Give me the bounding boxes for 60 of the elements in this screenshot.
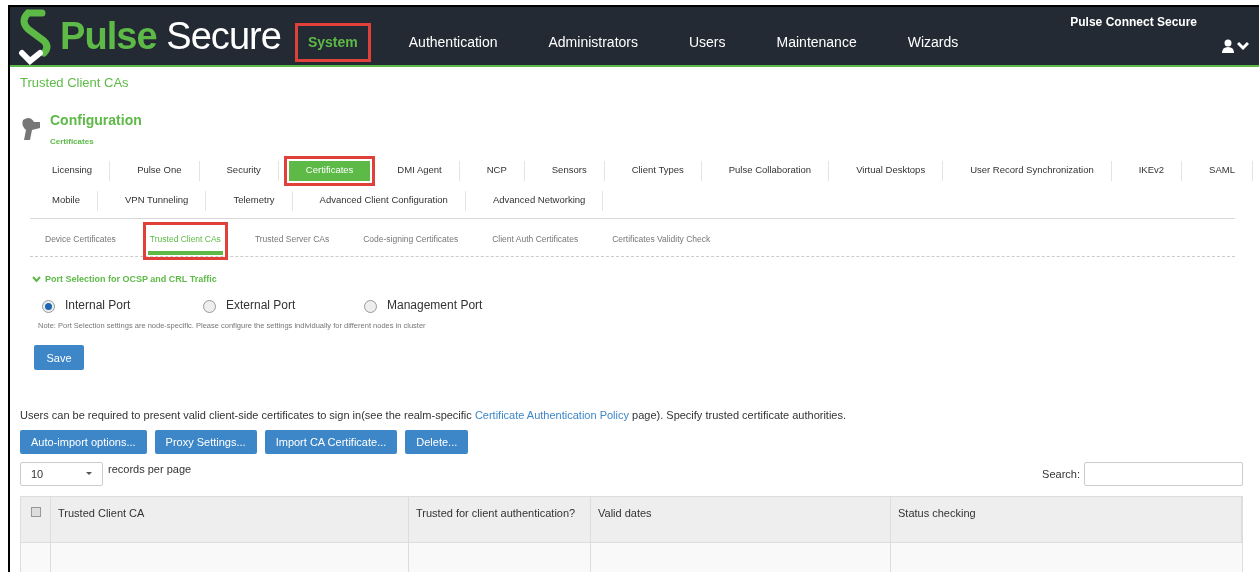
product-name: Pulse Connect Secure bbox=[1070, 14, 1197, 31]
caret-icon bbox=[86, 471, 92, 476]
nav-item[interactable]: Users bbox=[675, 22, 739, 62]
search-label: Search: bbox=[1042, 466, 1080, 482]
config-tab[interactable]: Advanced Client Configuration bbox=[297, 185, 471, 216]
config-tab[interactable]: NCP bbox=[464, 155, 530, 186]
logo-wordmark: Pulse Secure bbox=[60, 17, 281, 55]
search-field[interactable] bbox=[1084, 461, 1243, 486]
nav-item[interactable]: System bbox=[294, 22, 371, 62]
user-icon bbox=[1221, 39, 1235, 53]
sub-tab[interactable]: Device Certificates bbox=[38, 221, 123, 260]
select-all-checkbox[interactable] bbox=[30, 506, 41, 517]
user-menu[interactable] bbox=[1221, 39, 1249, 53]
radio-button[interactable] bbox=[203, 299, 216, 313]
chevron-down-icon bbox=[1237, 41, 1249, 51]
radio-label: Internal Port bbox=[65, 297, 131, 314]
config-tab[interactable]: Advanced Networking bbox=[470, 185, 609, 216]
sub-tab[interactable]: Certificates Validity Check bbox=[605, 221, 718, 260]
section-subtitle: Certificates bbox=[50, 135, 95, 148]
config-tab[interactable]: Client Types bbox=[609, 155, 707, 186]
column-header[interactable]: Trusted Client CA bbox=[51, 496, 409, 542]
config-tab[interactable]: VPN Tunneling bbox=[103, 185, 212, 216]
action-button[interactable]: Proxy Settings... bbox=[154, 429, 257, 454]
sub-tab[interactable]: Code-signing Certificates bbox=[356, 221, 466, 260]
nav-item[interactable]: Administrators bbox=[535, 22, 651, 62]
radio-label: Management Port bbox=[387, 297, 483, 314]
config-tab[interactable]: Virtual Desktops bbox=[834, 155, 949, 186]
chevron-icon bbox=[32, 275, 41, 283]
config-tab[interactable]: Telemetry bbox=[211, 185, 298, 216]
action-button[interactable]: Delete... bbox=[405, 429, 469, 454]
config-tab[interactable]: DMI Agent bbox=[375, 155, 465, 186]
config-tab[interactable]: Sensors bbox=[529, 155, 610, 186]
action-button[interactable]: Import CA Certificate... bbox=[264, 429, 398, 454]
config-tab[interactable]: Mobile bbox=[30, 185, 103, 216]
column-header[interactable]: Status checking bbox=[891, 496, 1242, 542]
config-tab[interactable]: User Record Synchronization bbox=[948, 155, 1117, 186]
policy-link[interactable]: Certificate Authentication Policy bbox=[474, 409, 629, 422]
config-tab[interactable]: Pulse One bbox=[115, 155, 205, 186]
radio-button[interactable] bbox=[364, 299, 377, 313]
nav-item[interactable]: Authentication bbox=[395, 22, 511, 62]
wrench-icon bbox=[20, 115, 42, 142]
nav-item[interactable]: Wizards bbox=[894, 22, 972, 62]
sub-tab[interactable]: Client Auth Certificates bbox=[485, 221, 586, 260]
action-button[interactable]: Auto-import options... bbox=[20, 429, 147, 454]
sub-tab[interactable]: Trusted Server CAs bbox=[247, 221, 337, 260]
config-tab[interactable]: SAML bbox=[1187, 155, 1258, 186]
config-tab[interactable]: Security bbox=[204, 155, 284, 186]
config-tab[interactable]: IKEv2 bbox=[1116, 155, 1188, 186]
radio-label: External Port bbox=[226, 297, 296, 314]
page-size-select[interactable]: 10 bbox=[20, 461, 103, 486]
save-button[interactable]: Save bbox=[34, 345, 84, 371]
description-text: Users can be required to present valid client-side certificates to sign in(see the realm-specific Certificate Authentication Policy page). Specify trusted certificate authorities. bbox=[20, 408, 848, 424]
config-tab[interactable]: Licensing bbox=[30, 155, 116, 186]
nav-item[interactable]: Maintenance bbox=[763, 22, 870, 62]
radio-button[interactable] bbox=[42, 299, 55, 313]
column-header[interactable]: Trusted for client authentication? bbox=[409, 496, 591, 542]
page-size-label: records per page bbox=[108, 461, 192, 477]
config-tab[interactable]: Pulse Collaboration bbox=[706, 155, 835, 186]
section-title: Configuration bbox=[50, 110, 142, 130]
column-header[interactable]: Valid dates bbox=[591, 496, 891, 542]
